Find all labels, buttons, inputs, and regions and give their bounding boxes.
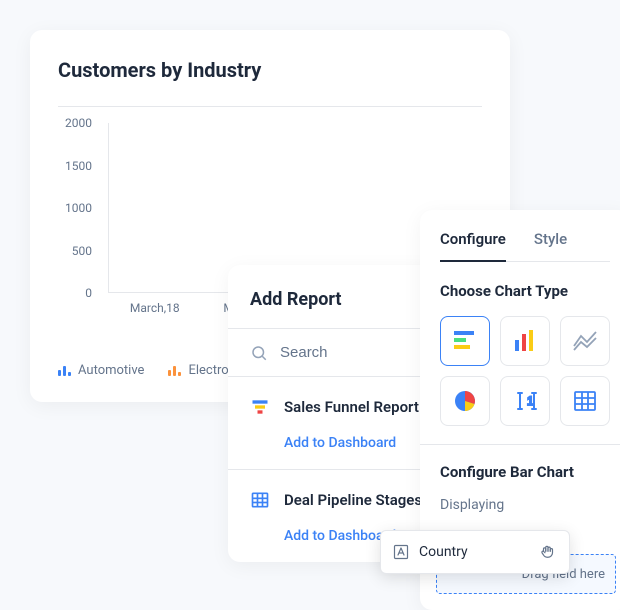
chart-type-pie[interactable] <box>440 376 490 426</box>
y-tick: 2000 <box>65 116 92 130</box>
displaying-label: Displaying <box>440 497 610 513</box>
choose-chart-type-heading: Choose Chart Type <box>440 282 610 300</box>
tab-style[interactable]: Style <box>534 230 567 261</box>
horizontal-bar-icon <box>452 328 478 354</box>
x-tick: March,18 <box>115 301 195 315</box>
table-icon <box>250 490 270 510</box>
legend-swatch-icon <box>168 366 182 376</box>
search-icon <box>250 344 268 362</box>
pie-chart-icon <box>452 388 478 414</box>
funnel-icon <box>250 397 270 417</box>
report-title: Deal Pipeline Stages <box>284 491 422 509</box>
chart-title: Customers by Industry <box>58 58 482 82</box>
report-title: Sales Funnel Report <box>284 398 419 416</box>
field-pill-country[interactable]: Country <box>380 530 570 574</box>
text-field-icon <box>393 544 409 560</box>
chart-type-metric[interactable]: 1 <box>500 376 550 426</box>
y-tick: 1000 <box>65 201 92 215</box>
chart-type-grid: 1 <box>440 316 610 426</box>
chart-type-horizontal-bar[interactable] <box>440 316 490 366</box>
line-chart-icon <box>572 328 598 354</box>
pill-label: Country <box>419 544 529 560</box>
y-tick: 0 <box>85 286 92 300</box>
legend-swatch-icon <box>58 366 72 376</box>
tab-configure[interactable]: Configure <box>440 230 506 262</box>
chart-type-table[interactable] <box>560 376 610 426</box>
y-tick: 1500 <box>65 159 92 173</box>
table-chart-icon <box>572 388 598 414</box>
configure-bar-chart-heading: Configure Bar Chart <box>440 463 610 481</box>
y-axis: 2000 1500 1000 500 0 <box>58 123 100 293</box>
grab-icon <box>539 543 557 561</box>
column-chart-icon <box>512 328 538 354</box>
chart-type-column[interactable] <box>500 316 550 366</box>
metric-icon: 1 <box>512 388 538 414</box>
config-tabs: Configure Style <box>440 230 610 262</box>
legend-label: Automotive <box>78 363 144 378</box>
divider <box>420 444 620 445</box>
legend-item-automotive: Automotive <box>58 363 144 378</box>
divider <box>58 106 482 107</box>
chart-type-line[interactable] <box>560 316 610 366</box>
y-tick: 500 <box>72 244 92 258</box>
svg-text:1: 1 <box>527 394 534 408</box>
